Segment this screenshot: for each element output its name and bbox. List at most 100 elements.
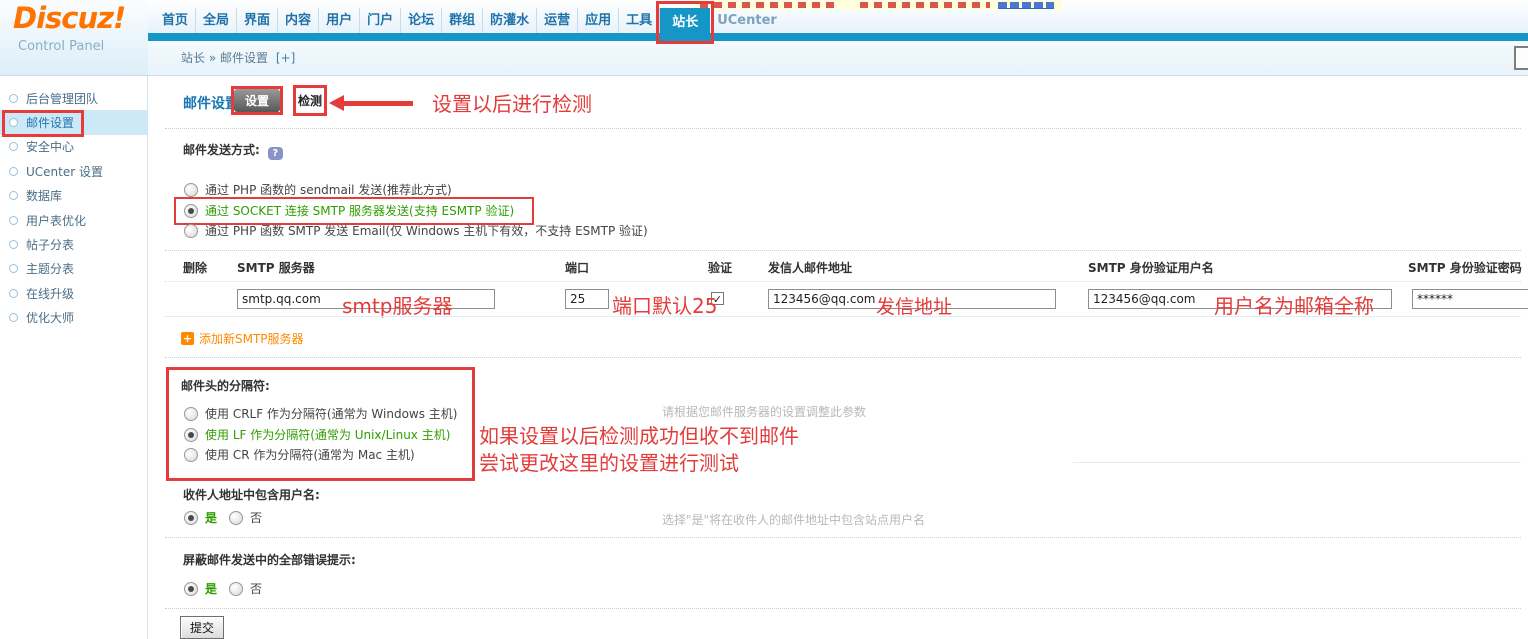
section-divider	[165, 357, 1521, 358]
nav-tab-forum[interactable]: 论坛	[401, 8, 442, 33]
send-method-option-php-smtp: 通过 PHP 函数 SMTP 发送 Email(仅 Windows 主机下有效，…	[184, 222, 648, 239]
discuz-logo: Discuz!	[13, 1, 125, 35]
nav-tab-apps[interactable]: 应用	[578, 8, 619, 33]
option-label: 通过 PHP 函数的 sendmail 发送(推荐此方式)	[205, 181, 452, 198]
sidebar-item-label: 用户表优化	[26, 212, 86, 229]
radio-send-socket-smtp[interactable]	[184, 204, 198, 218]
arrow-head-icon	[329, 95, 344, 111]
section-divider	[165, 128, 1521, 129]
breadcrumb-section: 站长	[181, 51, 205, 65]
annotation-username-note: 用户名为邮箱全称	[1214, 290, 1374, 319]
sidebar-item-label: UCenter 设置	[26, 163, 103, 180]
radio-include-username-no[interactable]	[229, 511, 243, 525]
sidebar-item-security-center[interactable]: 安全中心	[0, 135, 147, 159]
nav-tab-home[interactable]: 首页	[155, 8, 196, 33]
column-header-username: SMTP 身份验证用户名	[1088, 259, 1214, 276]
nav-tab-users[interactable]: 用户	[319, 8, 360, 33]
smtp-port-input[interactable]	[565, 289, 609, 309]
sidebar-item-label: 主题分表	[26, 260, 74, 277]
option-label: 是	[205, 580, 217, 597]
discuz-admin-page: Discuz! Control Panel 首页 全局 界面 内容 用户 门户 …	[0, 0, 1528, 639]
header-divider	[0, 75, 1528, 76]
table-row-divider	[165, 316, 1521, 317]
separator-option-cr: 使用 CR 作为分隔符(通常为 Mac 主机)	[184, 446, 415, 463]
annotation-sender-note: 发信地址	[876, 292, 952, 319]
sidebar-item-label: 在线升级	[26, 285, 74, 302]
include-username-yes: 是	[184, 509, 217, 526]
radio-suppress-errors-no[interactable]	[229, 582, 243, 596]
nav-tab-tools[interactable]: 工具	[619, 8, 660, 33]
smtp-password-input[interactable]	[1412, 289, 1528, 309]
sidebar-item-user-table-optimize[interactable]: 用户表优化	[0, 208, 147, 232]
annotation-box-detect-tab: 检测	[293, 85, 327, 116]
breadcrumb-bar	[148, 41, 1528, 75]
radio-sep-lf[interactable]	[184, 428, 198, 442]
separator-label: 邮件头的分隔符:	[181, 377, 270, 394]
column-header-sender: 发信人邮件地址	[768, 259, 852, 276]
sidebar-item-ucenter-settings[interactable]: UCenter 设置	[0, 159, 147, 183]
bullet-icon	[9, 313, 18, 322]
radio-send-php-smtp[interactable]	[184, 224, 198, 238]
nav-tab-antispam[interactable]: 防灌水	[483, 8, 537, 33]
radio-include-username-yes[interactable]	[184, 511, 198, 525]
annotation-arrow	[329, 95, 413, 111]
radio-sep-cr[interactable]	[184, 448, 198, 462]
annotation-box-socket-option	[174, 197, 534, 225]
detect-tab-button[interactable]: 检测	[296, 88, 324, 113]
sidebar-item-label: 后台管理团队	[26, 90, 98, 107]
sidebar-item-online-upgrade[interactable]: 在线升级	[0, 281, 147, 305]
radio-sep-crlf[interactable]	[184, 407, 198, 421]
sidebar-item-mail-settings[interactable]: 邮件设置	[0, 110, 147, 134]
section-divider	[165, 608, 1521, 609]
bullet-icon	[9, 191, 18, 200]
annotation-box-settings-tab: 设置	[231, 86, 283, 115]
logo-panel: Discuz! Control Panel	[0, 0, 148, 75]
nav-tab-content[interactable]: 内容	[278, 8, 319, 33]
sidebar-item-label: 安全中心	[26, 138, 74, 155]
help-icon[interactable]: ?	[268, 147, 283, 160]
include-username-label: 收件人地址中包含用户名:	[183, 486, 320, 503]
breadcrumb-expand-toggle[interactable]: [+]	[276, 51, 295, 65]
section-divider	[165, 537, 1521, 538]
sidebar: 后台管理团队 邮件设置 安全中心 UCenter 设置 数据库 用户表优化 帖子…	[0, 76, 148, 639]
nav-tab-interface[interactable]: 界面	[237, 8, 278, 33]
sidebar-item-database[interactable]: 数据库	[0, 184, 147, 208]
bullet-icon	[9, 240, 18, 249]
nav-tab-global[interactable]: 全局	[196, 8, 237, 33]
bullet-icon	[9, 94, 18, 103]
nav-tab-group[interactable]: 群组	[442, 8, 483, 33]
sidebar-item-thread-split[interactable]: 主题分表	[0, 257, 147, 281]
settings-tab-button[interactable]: 设置	[234, 89, 280, 112]
radio-suppress-errors-yes[interactable]	[184, 582, 198, 596]
column-header-port: 端口	[565, 259, 589, 276]
nav-tab-operation[interactable]: 运营	[537, 8, 578, 33]
section-divider	[165, 250, 1521, 251]
nav-tabs: 首页 全局 界面 内容 用户 门户 论坛 群组 防灌水 运营 应用 工具 站长 …	[155, 8, 784, 41]
sidebar-item-optimize-master[interactable]: 优化大师	[0, 306, 147, 330]
bullet-icon	[9, 216, 18, 225]
option-label: 是	[205, 509, 217, 526]
corner-input-box[interactable]	[1514, 46, 1528, 70]
radio-send-sendmail[interactable]	[184, 183, 198, 197]
sidebar-item-admin-team[interactable]: 后台管理团队	[0, 86, 147, 110]
separator-option-lf: 使用 LF 作为分隔符(通常为 Unix/Linux 主机)	[184, 426, 450, 443]
option-label: 通过 PHP 函数 SMTP 发送 Email(仅 Windows 主机下有效，…	[205, 222, 648, 239]
sidebar-item-label: 优化大师	[26, 309, 74, 326]
separator-option-crlf: 使用 CRLF 作为分隔符(通常为 Windows 主机)	[184, 405, 458, 422]
logo-subtitle: Control Panel	[18, 39, 104, 54]
clipped-notice-text-fragment	[860, 2, 990, 8]
sidebar-item-post-split[interactable]: 帖子分表	[0, 232, 147, 256]
nav-tab-portal[interactable]: 门户	[360, 8, 401, 33]
nav-tab-admin[interactable]: 站长	[660, 8, 710, 41]
submit-button[interactable]: 提交	[180, 616, 224, 639]
option-label: 使用 LF 作为分隔符(通常为 Unix/Linux 主机)	[205, 426, 450, 443]
annotation-box-admin-tab	[656, 1, 714, 44]
add-smtp-server-link[interactable]: + 添加新SMTP服务器	[181, 330, 304, 347]
option-label: 使用 CRLF 作为分隔符(通常为 Windows 主机)	[205, 405, 458, 422]
bullet-icon	[9, 142, 18, 151]
breadcrumb-separator-icon: »	[209, 51, 216, 65]
annotation-separator-note-line2: 尝试更改这里的设置进行测试	[479, 447, 739, 476]
annotation-tabs-note: 设置以后进行检测	[432, 88, 592, 117]
nav-tab-ucenter[interactable]: UCenter	[710, 8, 784, 33]
annotation-box-mail-settings	[2, 110, 84, 137]
